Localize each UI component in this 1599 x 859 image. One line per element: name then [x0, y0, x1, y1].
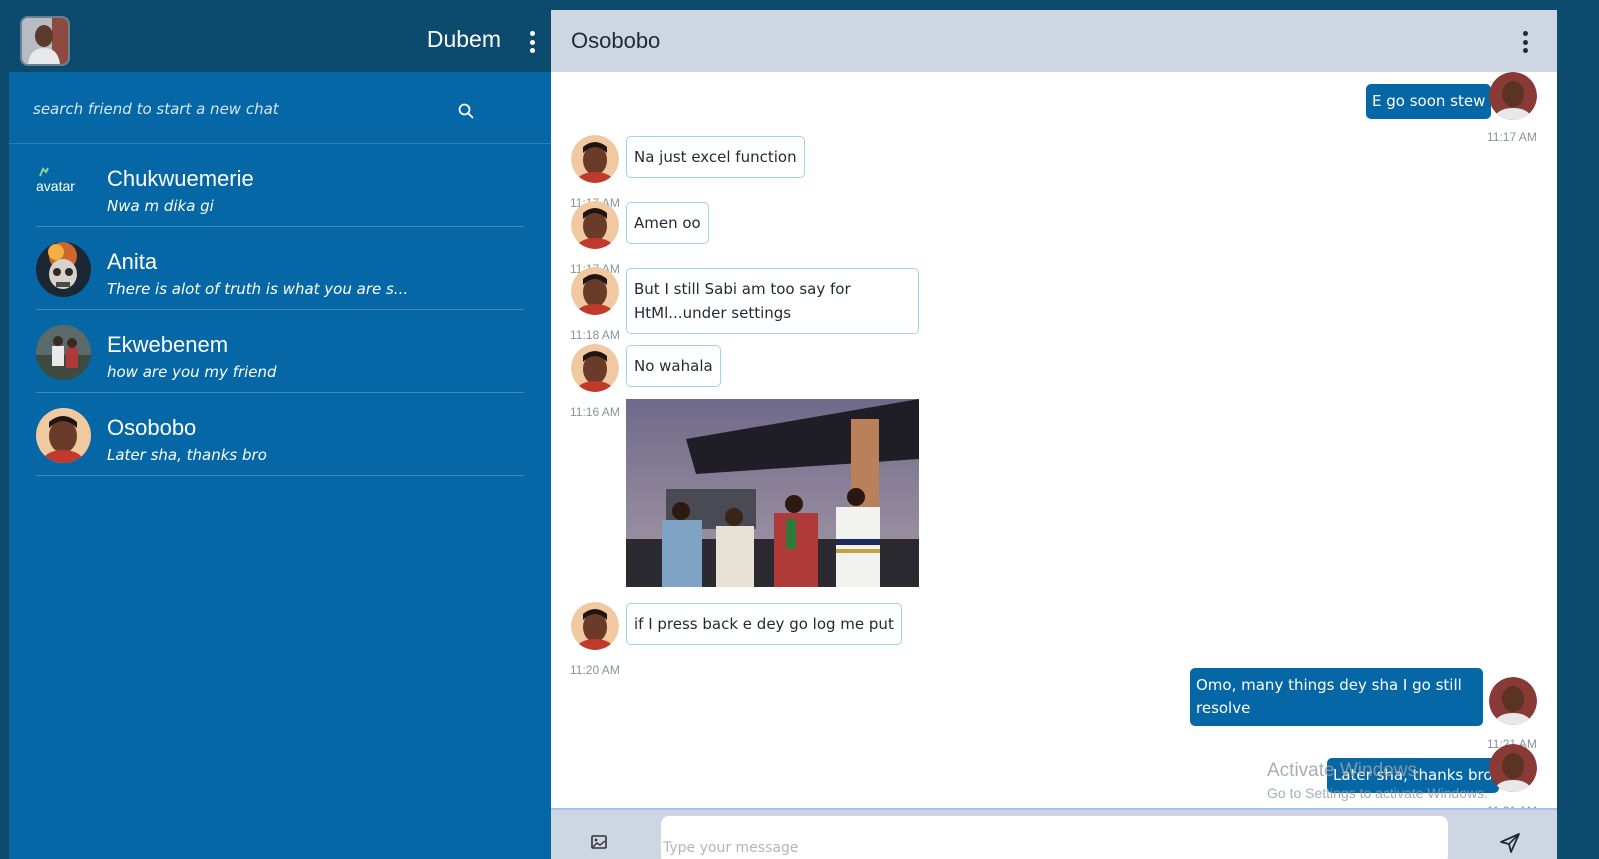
message-time: 11:18 AM [570, 328, 620, 342]
conversation-panel: Osobobo E go soon stew 11:17 AM Na just … [551, 10, 1557, 859]
sidebar: Dubem avatar Chukwuemerie Nwa m dika gi [9, 10, 551, 859]
chat-name: Osobobo [107, 415, 197, 440]
group-photo [626, 399, 919, 587]
broken-image-icon [39, 167, 49, 177]
outgoing-message: Omo, many things dey sha I go still reso… [1190, 668, 1483, 726]
message-time: 11:20 AM [570, 663, 620, 677]
contact-message-avatar [571, 344, 619, 392]
search-bar [9, 72, 551, 144]
my-message-avatar [1489, 72, 1537, 120]
send-icon[interactable] [1499, 832, 1521, 854]
sidebar-menu-icon[interactable] [529, 31, 535, 53]
profile-photo [22, 18, 68, 64]
chat-preview: Nwa m dika gi [107, 197, 214, 215]
incoming-message: But I still Sabi am too say for HtMl...u… [626, 268, 919, 334]
chat-list-item[interactable]: Osobobo Later sha, thanks bro [36, 393, 524, 476]
contact-message-avatar [571, 267, 619, 315]
chat-preview: Later sha, thanks bro [107, 446, 267, 464]
contact-message-avatar [571, 602, 619, 650]
incoming-message: Na just excel function [626, 136, 805, 178]
avatar [36, 325, 91, 380]
message-time: 11:17 AM [1487, 130, 1537, 144]
sidebar-header: Dubem [9, 10, 551, 72]
message-input[interactable] [661, 816, 1448, 859]
chat-list-item[interactable]: Anita There is alot of truth is what you… [36, 227, 524, 310]
chat-name: Anita [107, 249, 158, 274]
composer [551, 808, 1557, 859]
avatar[interactable] [20, 16, 70, 66]
chat-app: Dubem avatar Chukwuemerie Nwa m dika gi [9, 10, 1589, 859]
outgoing-message: Later sha, thanks bro [1327, 758, 1499, 793]
conversation-header: Osobobo [551, 10, 1557, 72]
search-input[interactable] [33, 92, 453, 126]
chat-name: Ekwebenem [107, 332, 229, 357]
image-attach-icon[interactable] [591, 834, 607, 850]
skull-fire-avatar [36, 242, 91, 297]
avatar [36, 408, 91, 463]
conversation-menu-icon[interactable] [1522, 31, 1528, 53]
incoming-message: if I press back e dey go log me put [626, 603, 902, 645]
outgoing-message: E go soon stew [1366, 84, 1492, 119]
incoming-message: Amen oo [626, 202, 709, 244]
chat-list-item[interactable]: Ekwebenem how are you my friend [36, 310, 524, 393]
group-photo-avatar [36, 325, 91, 380]
face-avatar [36, 408, 91, 463]
avatar-alt-text: avatar [36, 178, 75, 194]
image-message[interactable] [626, 399, 919, 587]
message-list: E go soon stew 11:17 AM Na just excel fu… [551, 72, 1557, 818]
conversation-title: Osobobo [571, 28, 661, 53]
my-message-avatar [1489, 677, 1537, 725]
avatar [36, 242, 91, 297]
contact-message-avatar [571, 201, 619, 249]
chat-list-item[interactable]: avatar Chukwuemerie Nwa m dika gi [36, 144, 524, 227]
chat-preview: There is alot of truth is what you are s… [107, 280, 409, 298]
chat-list: avatar Chukwuemerie Nwa m dika gi Anita … [9, 144, 551, 476]
chat-name: Chukwuemerie [107, 166, 254, 191]
my-message-avatar [1489, 744, 1537, 792]
incoming-message: No wahala [626, 345, 721, 387]
message-time: 11:16 AM [570, 405, 620, 419]
chat-preview: how are you my friend [107, 363, 277, 381]
broken-image-avatar: avatar [36, 166, 75, 194]
current-user-name: Dubem [426, 26, 501, 52]
contact-message-avatar [571, 135, 619, 183]
search-icon[interactable] [457, 102, 475, 120]
